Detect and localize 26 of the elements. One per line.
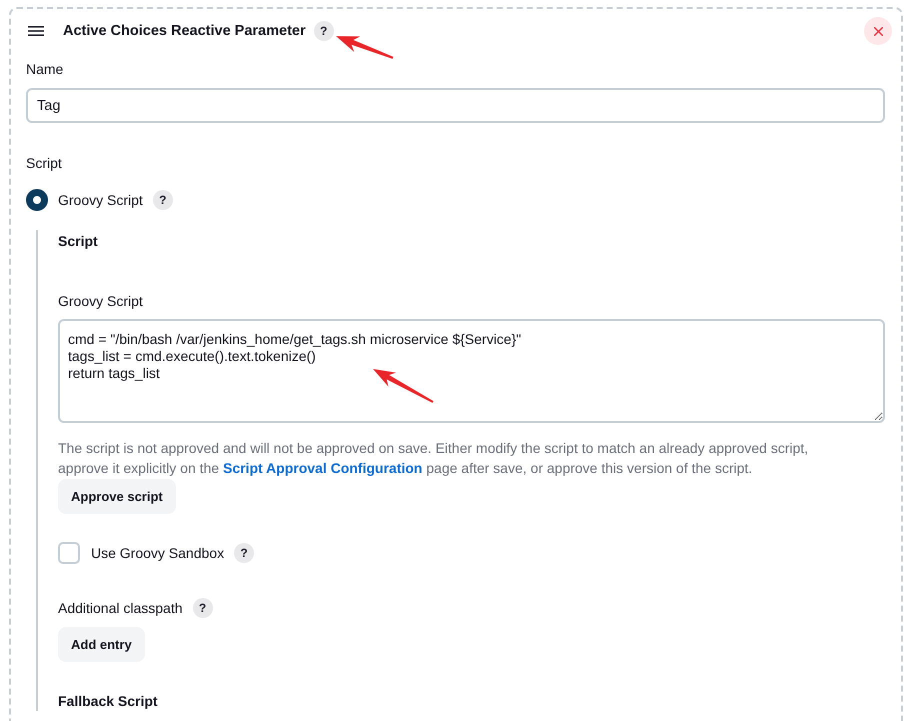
radio-button[interactable] [26, 189, 48, 211]
name-label: Name [26, 60, 64, 79]
help-button[interactable]: ? [314, 21, 334, 41]
add-entry-button[interactable]: Add entry [58, 627, 145, 662]
parameter-title: Active Choices Reactive Parameter [63, 23, 306, 39]
annotation-arrow [336, 35, 394, 60]
section-title: Fallback Script [58, 692, 159, 711]
annotation-arrow [371, 366, 435, 404]
script-field[interactable]: cmd = "/bin/bash /var/jenkins_home/get_tags.sh microservice ${Service}" tags_list = cmd.execute().text.tokenize() return tags_list [58, 319, 885, 423]
script-label: Script [26, 154, 63, 173]
help-button[interactable]: ? [234, 543, 254, 563]
close-button[interactable] [864, 17, 892, 45]
section-title: Script [58, 232, 99, 251]
groovy-script-label: Groovy Script [58, 292, 144, 311]
classpath-label: Additional classpath [58, 599, 183, 618]
approval-notice: The script is not approved and will not be approved on save. Either modify the script to match an already approved script, approve it explicitly on the Script Approval Configuration page after save, or approve this version of the script. [58, 439, 810, 478]
sandbox-label[interactable]: Use Groovy Sandbox [91, 543, 224, 563]
script-approval-link[interactable]: Script Approval Configuration [222, 460, 422, 476]
name-field[interactable]: Tag [26, 88, 885, 123]
sandbox-checkbox[interactable] [58, 542, 80, 564]
menu-icon[interactable] [28, 26, 44, 36]
approve-script-button[interactable]: Approve script [58, 479, 176, 514]
help-button[interactable]: ? [192, 598, 213, 618]
close-icon [874, 26, 882, 36]
help-button[interactable]: ? [152, 190, 173, 210]
radio-label[interactable]: Groovy Script [58, 190, 143, 210]
